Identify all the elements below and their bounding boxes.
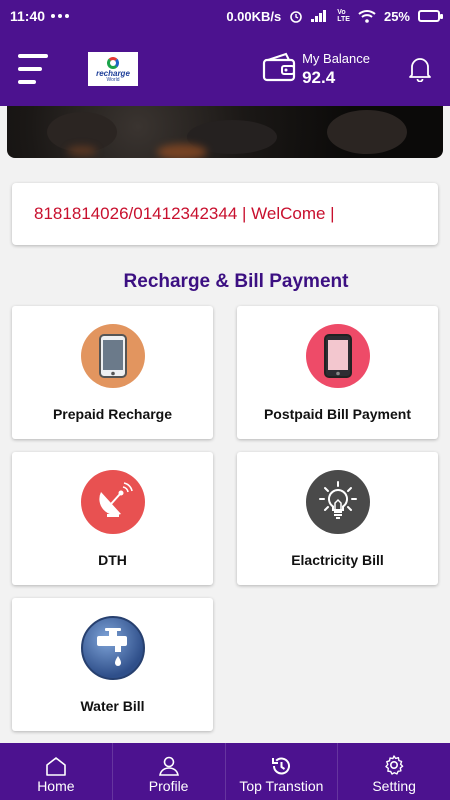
water-bill-tile[interactable]: Water Bill <box>12 598 213 731</box>
volte-icon: Vo LTE <box>337 9 350 23</box>
mobile-icon <box>305 324 370 388</box>
status-time: 11:40 <box>10 8 46 24</box>
logo-subtext: World <box>106 77 120 83</box>
wallet-icon <box>262 52 296 87</box>
postpaid-bill-tile[interactable]: Postpaid Bill Payment <box>237 306 438 439</box>
tile-label: DTH <box>98 552 127 568</box>
light-bulb-icon <box>305 470 370 534</box>
satellite-dish-icon <box>80 470 145 534</box>
mobile-icon <box>80 324 145 388</box>
app-bar: recharge World My Balance 92.4 <box>0 32 450 106</box>
alarm-icon <box>289 9 303 23</box>
nav-profile[interactable]: Profile <box>113 743 226 800</box>
section-title: Recharge & Bill Payment <box>123 271 349 292</box>
nav-top-transactions[interactable]: Top Transtion <box>226 743 339 800</box>
balance-amount: 92.4 <box>302 67 336 87</box>
history-icon <box>272 757 291 775</box>
battery-percent: 25% <box>383 8 410 24</box>
nav-setting[interactable]: Setting <box>338 743 450 800</box>
marquee-text: 8181814026/01412342344 | WelCome | <box>34 204 335 223</box>
welcome-marquee: 8181814026/01412342344 | WelCome | <box>12 183 438 245</box>
menu-button[interactable] <box>18 54 52 84</box>
status-bar: 11:40 0.00KB/s Vo LTE 25% <box>0 0 450 32</box>
tile-label: Postpaid Bill Payment <box>263 406 412 422</box>
nav-setting-label: Setting <box>372 778 416 794</box>
user-icon <box>158 756 179 776</box>
bottom-navigation: Home Profile Top Transtion Setting <box>0 743 450 800</box>
nav-profile-label: Profile <box>148 778 189 794</box>
nav-top-transactions-label: Top Transtion <box>239 778 324 794</box>
electricity-bill-tile[interactable]: Elactricity Bill <box>237 452 438 585</box>
signal-icon <box>311 10 329 22</box>
notification-bell-icon[interactable] <box>408 56 432 83</box>
wifi-icon <box>358 9 376 23</box>
network-speed: 0.00KB/s <box>226 8 282 24</box>
balance-label: My Balance <box>302 50 370 66</box>
home-icon <box>46 757 66 776</box>
balance-widget[interactable]: My Balance 92.4 <box>262 51 370 88</box>
notification-dots-icon <box>51 14 70 18</box>
app-logo: recharge World <box>88 52 138 86</box>
nav-home[interactable]: Home <box>0 743 113 800</box>
banner-image[interactable] <box>7 106 443 158</box>
nav-home-label: Home <box>37 778 75 794</box>
water-tap-icon <box>80 616 145 680</box>
tile-label: Elactricity Bill <box>291 552 384 568</box>
logo-mark-icon <box>107 57 119 69</box>
prepaid-recharge-tile[interactable]: Prepaid Recharge <box>12 306 213 439</box>
dth-tile[interactable]: DTH <box>12 452 213 585</box>
battery-icon <box>418 10 443 22</box>
tile-label: Prepaid Recharge <box>52 406 173 422</box>
tile-label: Water Bill <box>80 698 145 714</box>
gear-icon <box>385 755 404 775</box>
